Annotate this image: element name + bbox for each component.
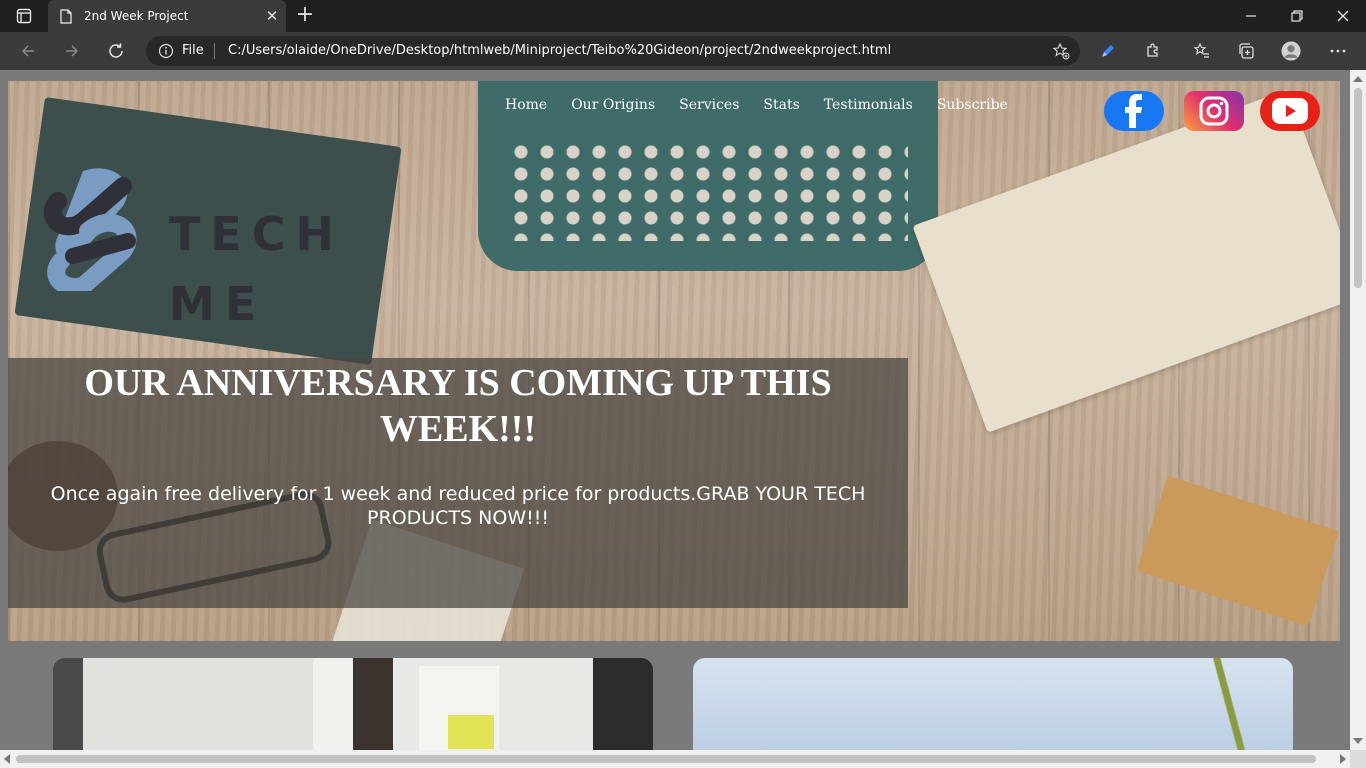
plant-image: [1173, 658, 1293, 750]
scroll-right-icon[interactable]: [1340, 754, 1346, 764]
scroll-left-icon[interactable]: [4, 754, 10, 764]
add-favorite-icon[interactable]: [1052, 42, 1070, 60]
back-arrow-icon: [21, 45, 34, 57]
refresh-icon: [109, 43, 123, 58]
url-text[interactable]: C:/Users/olaide/OneDrive/Desktop/htmlweb…: [228, 43, 891, 58]
pen-extension-button[interactable]: [1098, 41, 1118, 61]
hero-section: TECH ME Home Our Origins Services Stats …: [8, 81, 1340, 641]
page-icon: [60, 8, 74, 24]
tab-actions-button[interactable]: [8, 4, 40, 28]
nav-home[interactable]: Home: [505, 97, 547, 113]
more-icon: [1330, 49, 1346, 53]
main-nav: Home Our Origins Services Stats Testimon…: [505, 97, 1032, 113]
pen-icon: [1102, 45, 1114, 57]
banner-text: Once again free delivery for 1 week and …: [50, 483, 866, 529]
address-divider: [214, 43, 215, 59]
logo-text: TECH ME: [169, 199, 344, 339]
close-tab-icon[interactable]: ✕: [258, 7, 286, 25]
vertical-scroll-thumb[interactable]: [1354, 88, 1362, 288]
new-tab-button[interactable]: +: [292, 2, 318, 28]
favorites-list-icon: [1193, 42, 1209, 58]
profile-button[interactable]: [1281, 41, 1301, 61]
browser-toolbar: File C:/Users/olaide/OneDrive/Desktop/ht…: [0, 32, 1366, 70]
puzzle-icon: [1147, 43, 1158, 57]
nav-testimonials[interactable]: Testimonials: [824, 97, 913, 113]
close-icon: [1337, 10, 1349, 22]
youtube-link[interactable]: [1260, 91, 1320, 131]
logo-line-1: TECH: [169, 207, 345, 261]
favorites-button[interactable]: [1192, 41, 1212, 61]
logo-mark-icon: [43, 168, 137, 291]
minimize-button[interactable]: [1228, 0, 1274, 32]
scrollbar-corner: [1350, 750, 1366, 768]
horizontal-scroll-thumb[interactable]: [16, 755, 1316, 763]
product-card-left[interactable]: [53, 658, 653, 750]
nav-our-origins[interactable]: Our Origins: [571, 97, 655, 113]
site-logo[interactable]: TECH ME: [43, 161, 343, 331]
facebook-icon: [1125, 94, 1142, 128]
product-card-right[interactable]: [693, 658, 1293, 750]
tab-title: 2nd Week Project: [84, 9, 189, 23]
horizontal-scrollbar[interactable]: [0, 750, 1350, 768]
nav-services[interactable]: Services: [679, 97, 739, 113]
minimize-icon: [1246, 15, 1256, 17]
extensions-button[interactable]: [1143, 41, 1163, 61]
forward-button[interactable]: [58, 38, 86, 64]
tab-actions-icon: [16, 8, 32, 24]
close-window-button[interactable]: [1320, 0, 1366, 32]
scroll-down-icon[interactable]: [1353, 738, 1363, 744]
browser-tab[interactable]: 2nd Week Project ✕: [48, 0, 286, 32]
youtube-icon: [1272, 98, 1308, 124]
scroll-up-icon[interactable]: [1353, 76, 1363, 82]
settings-menu-button[interactable]: [1328, 41, 1348, 61]
collections-button[interactable]: [1236, 41, 1256, 61]
forward-arrow-icon: [66, 45, 79, 57]
product-label-image: [448, 715, 494, 749]
tab-bar: 2nd Week Project ✕ +: [0, 0, 1366, 32]
restore-button[interactable]: [1274, 0, 1320, 32]
banner-heading: OUR ANNIVERSARY IS COMING UP THIS WEEK!!…: [84, 362, 832, 450]
address-bar[interactable]: File C:/Users/olaide/OneDrive/Desktop/ht…: [146, 36, 1080, 66]
back-button[interactable]: [14, 38, 42, 64]
address-scheme: File: [182, 43, 204, 58]
nav-stats[interactable]: Stats: [763, 97, 799, 113]
collections-icon: [1239, 43, 1254, 59]
announcement-banner: OUR ANNIVERSARY IS COMING UP THIS WEEK!!…: [8, 358, 908, 608]
page-viewport: TECH ME Home Our Origins Services Stats …: [0, 70, 1350, 750]
nav-subscribe[interactable]: Subscribe: [937, 97, 1008, 113]
instagram-link[interactable]: [1184, 91, 1244, 131]
avatar-icon: [1281, 41, 1301, 61]
facebook-link[interactable]: [1104, 91, 1164, 131]
refresh-button[interactable]: [102, 38, 130, 64]
info-icon[interactable]: [158, 43, 174, 59]
logo-line-2: ME: [169, 277, 267, 331]
instagram-icon: [1199, 96, 1229, 126]
restore-icon: [1291, 10, 1303, 22]
vertical-scrollbar[interactable]: [1350, 70, 1366, 750]
